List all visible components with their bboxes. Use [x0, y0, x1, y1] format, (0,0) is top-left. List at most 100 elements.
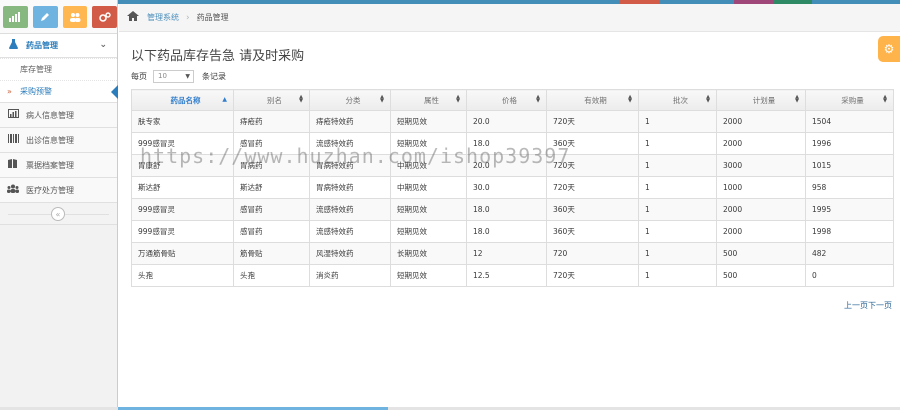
breadcrumb-separator-icon: ›	[186, 12, 190, 23]
settings-button[interactable]: ⚙	[878, 36, 900, 62]
column-header[interactable]: 计划量 ▲ ▼	[716, 89, 806, 111]
table-cell: 1000	[716, 176, 806, 199]
sidebar-subitem-purchase-alert[interactable]: » 采购预警	[0, 80, 118, 102]
column-header[interactable]: 属性 ▲ ▼	[390, 89, 467, 111]
sidebar-item-drug-management[interactable]: 药品管理 ⌄	[0, 34, 117, 58]
table-cell: 筋骨贴	[233, 242, 310, 265]
table-row[interactable]: 万通筋骨贴 筋骨贴 风湿特效药 长期见效 12 720 1 500 482	[131, 242, 894, 265]
table-cell: 1	[638, 132, 717, 155]
table-cell: 中期见效	[390, 176, 467, 199]
table-cell: 958	[805, 176, 894, 199]
table-cell: 头孢	[131, 264, 234, 287]
table-cell: 1	[638, 220, 717, 243]
table-cell: 肤专家	[131, 110, 234, 133]
table-cell: 2000	[716, 132, 806, 155]
table-cell: 500	[716, 264, 806, 287]
table-cell: 18.0	[466, 220, 547, 243]
table-cell: 1	[638, 242, 717, 265]
table-body: 肤专家 痔疮药 痔疮特效药 短期见效 20.0 720天 1 2000 1504 999感冒灵 感冒…	[131, 110, 894, 287]
sort-icon: ▲ ▼	[456, 94, 460, 104]
column-header[interactable]: 有效期 ▲ ▼	[546, 89, 639, 111]
table-cell: 万通筋骨贴	[131, 242, 234, 265]
page-title: 以下药品库存告急 请及时采购	[131, 49, 305, 64]
page-length-select[interactable]: 10 ▼	[153, 70, 194, 83]
double-angle-left-icon[interactable]: «	[51, 207, 65, 221]
barcode-icon	[6, 134, 20, 146]
cogs-icon[interactable]	[92, 5, 117, 28]
table-cell: 痔疮药	[233, 110, 310, 133]
users-icon[interactable]	[62, 5, 88, 28]
sidebar-shortcuts	[0, 0, 117, 34]
sidebar-item-label: 出诊信息管理	[26, 135, 74, 145]
pagination-links[interactable]: 上一页下一页	[844, 300, 892, 311]
column-header[interactable]: 价格 ▲ ▼	[466, 89, 547, 111]
sidebar-item-patient-info[interactable]: 病人信息管理	[0, 103, 117, 128]
column-header[interactable]: 采购量 ▲ ▼	[805, 89, 894, 111]
table-cell: 30.0	[466, 176, 547, 199]
sort-icon: ▲ ▼	[380, 94, 384, 104]
chart-icon	[6, 109, 20, 121]
table-cell: 胃病特效药	[309, 176, 391, 199]
gear-icon: ⚙	[883, 42, 895, 56]
table-cell: 斯达舒	[131, 176, 234, 199]
table-row[interactable]: 999感冒灵 感冒药 流感特效药 短期见效 18.0 360天 1 2000 1998	[131, 220, 894, 243]
sidebar-item-prescription[interactable]: 医疗处方管理	[0, 178, 117, 203]
sidebar-item-visit-info[interactable]: 出诊信息管理	[0, 128, 117, 153]
table-cell: 1015	[805, 154, 894, 177]
column-header[interactable]: 分类 ▲ ▼	[309, 89, 391, 111]
breadcrumb: 管理系统 › 药品管理	[119, 4, 900, 32]
table-cell: 2000	[716, 220, 806, 243]
table-cell: 1	[638, 198, 717, 221]
table-row[interactable]: 头孢 头孢 消炎药 短期见效 12.5 720天 1 500 0	[131, 264, 894, 287]
table-cell: 短期见效	[390, 220, 467, 243]
sidebar-subitem-label: 采购预警	[20, 87, 52, 96]
table-row[interactable]: 肤专家 痔疮药 痔疮特效药 短期见效 20.0 720天 1 2000 1504	[131, 110, 894, 133]
table-cell: 999感冒灵	[131, 220, 234, 243]
table-cell: 1	[638, 154, 717, 177]
table-cell: 720天	[546, 176, 639, 199]
table-cell: 风湿特效药	[309, 242, 391, 265]
sidebar: 药品管理 ⌄ 库存管理 » 采购预警 病人信息管理 出诊信息管理 票据档案管理 …	[0, 0, 118, 410]
table-cell: 12.5	[466, 264, 547, 287]
sidebar-item-label: 医疗处方管理	[26, 185, 74, 195]
sort-icon: ▲ ▼	[795, 94, 799, 104]
column-header[interactable]: 药品名称 ▲	[131, 89, 234, 111]
table-header-row: 药品名称 ▲ 别名 ▲ ▼ 分类 ▲ ▼ 属性 ▲ ▼ 价格 ▲ ▼ 有效期 ▲ ▼ 批次 ▲ ▼ 计划量…	[131, 89, 894, 111]
breadcrumb-link[interactable]: 管理系统	[147, 12, 179, 23]
table-cell: 流感特效药	[309, 220, 391, 243]
table-row[interactable]: 999感冒灵 感冒药 流感特效药 短期见效 18.0 360天 1 2000 1995	[131, 198, 894, 221]
table-row[interactable]: 斯达舒 斯达舒 胃病特效药 中期见效 30.0 720天 1 1000 958	[131, 176, 894, 199]
sidebar-subitem-label: 库存管理	[20, 65, 52, 74]
watermark-text: https://www.huzhan.com/ishop39397	[140, 144, 571, 168]
table-cell: 痔疮特效药	[309, 110, 391, 133]
table-cell: 头孢	[233, 264, 310, 287]
table-cell: 1	[638, 176, 717, 199]
sidebar-item-receipt-archive[interactable]: 票据档案管理	[0, 153, 117, 178]
home-icon[interactable]	[127, 11, 139, 24]
signal-icon[interactable]	[3, 5, 28, 28]
table-cell: 1995	[805, 198, 894, 221]
table-cell: 720天	[546, 110, 639, 133]
table-cell: 2000	[716, 198, 806, 221]
column-header[interactable]: 批次 ▲ ▼	[638, 89, 717, 111]
table-cell: 感冒药	[233, 220, 310, 243]
table-cell: 1504	[805, 110, 894, 133]
table-cell: 360天	[546, 198, 639, 221]
page-length-value: 10	[158, 72, 167, 80]
table-cell: 短期见效	[390, 198, 467, 221]
table-cell: 12	[466, 242, 547, 265]
table-cell: 流感特效药	[309, 198, 391, 221]
chevron-down-icon: ⌄	[99, 40, 107, 50]
table-cell: 1998	[805, 220, 894, 243]
flask-icon	[6, 39, 20, 52]
group-icon	[6, 184, 20, 196]
column-header[interactable]: 别名 ▲ ▼	[233, 89, 310, 111]
table-cell: 1	[638, 264, 717, 287]
sidebar-item-label: 病人信息管理	[26, 110, 74, 120]
pencil-icon[interactable]	[32, 5, 58, 28]
table-cell: 500	[716, 242, 806, 265]
sidebar-submenu: 库存管理 » 采购预警	[0, 58, 118, 103]
length-prefix: 每页	[131, 72, 147, 81]
sidebar-subitem-inventory[interactable]: 库存管理	[0, 58, 117, 80]
table-cell: 999感冒灵	[131, 198, 234, 221]
